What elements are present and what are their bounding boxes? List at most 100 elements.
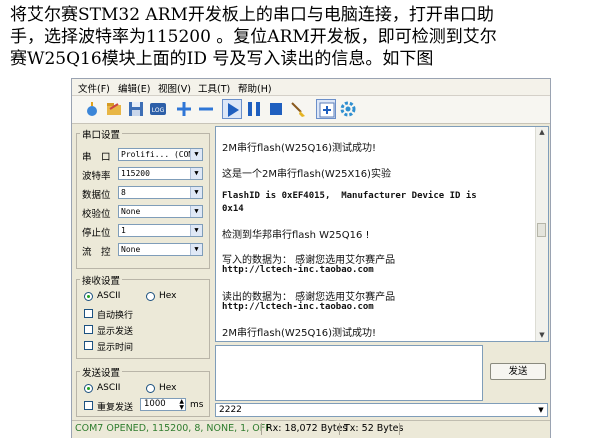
port-value: Prolifi... (COM7 (121, 150, 199, 159)
databits-value: 8 (121, 188, 126, 197)
baud-label: 波特率 (82, 171, 111, 182)
send-history-select[interactable]: 2222 ▼ (215, 403, 548, 417)
receive-area[interactable]: 2M串行flash(W25Q16)测试成功! 这是一个2M串行flash(W25… (215, 126, 549, 342)
receive-hex-radio[interactable] (146, 292, 155, 301)
repeat-interval-input[interactable]: 1000 ▲ ▼ (140, 398, 186, 411)
chevron-down-icon: ▼ (190, 225, 202, 236)
repeat-send-checkbox[interactable] (84, 401, 93, 410)
send-input[interactable] (215, 345, 483, 401)
caption-line-1: 将艾尔赛STM32 ARM开发板上的串口与电脑连接，打开串口助 (10, 5, 494, 25)
repeat-send-label: 重复发送 (97, 403, 134, 413)
menu-help[interactable]: 帮助(H) (238, 81, 272, 95)
receive-line: 这是一个2M串行flash(W25X16)实验 (222, 169, 391, 180)
parity-label: 校验位 (82, 209, 111, 220)
send-settings-title: 发送设置 (80, 365, 123, 379)
auto-wrap-checkbox[interactable] (84, 309, 93, 318)
svg-text:LOG: LOG (152, 107, 165, 114)
clear-brush-icon[interactable] (288, 99, 308, 119)
chevron-down-icon: ▼ (190, 206, 202, 217)
interval-unit-label: ms (190, 400, 204, 410)
parity-value: None (121, 207, 141, 216)
caption-line-2: 手，选择波特率为115200 。复位ARM开发板，即可检测到艾尔 (10, 27, 497, 47)
flow-value: None (121, 245, 141, 254)
send-history-value: 2222 (219, 405, 242, 415)
receive-settings-title: 接收设置 (80, 273, 123, 287)
port-status: COM7 OPENED, 115200, 8, NONE, 1, OFF (75, 423, 271, 434)
spinner-arrows-icon[interactable]: ▲ ▼ (179, 399, 184, 411)
port-label: 串 口 (82, 152, 111, 163)
databits-label: 数据位 (82, 190, 111, 201)
log-icon[interactable]: LOG (148, 99, 168, 119)
chevron-down-icon: ▼ (190, 149, 202, 160)
chevron-down-icon: ▼ (190, 187, 202, 198)
settings-panel: 串口设置 串 口 Prolifi... (COM7 ▼ 波特率 115200 ▼… (74, 125, 214, 419)
receive-ascii-label: ASCII (97, 291, 121, 301)
scroll-thumb[interactable] (537, 223, 546, 237)
receive-scrollbar[interactable]: ▲ ▼ (535, 127, 548, 341)
serial-settings-title: 串口设置 (80, 127, 123, 141)
menu-edit[interactable]: 编辑(E) (118, 81, 150, 95)
serial-assistant-window: 文件(F) 编辑(E) 视图(V) 工具(T) 帮助(H) LOG 串口设置 串… (71, 78, 551, 438)
port-select[interactable]: Prolifi... (COM7 ▼ (118, 148, 203, 161)
parity-select[interactable]: None ▼ (118, 205, 203, 218)
databits-select[interactable]: 8 ▼ (118, 186, 203, 199)
stopbits-value: 1 (121, 226, 126, 235)
save-icon[interactable] (126, 99, 146, 119)
status-divider (261, 423, 262, 435)
send-hex-radio[interactable] (146, 384, 155, 393)
play-icon[interactable] (222, 99, 242, 119)
receive-line: 检测到华邦串行flash W25Q16 ! (222, 230, 370, 241)
receive-line: 0x14 (222, 204, 244, 214)
send-ascii-label: ASCII (97, 383, 121, 393)
flow-label: 流 控 (82, 247, 111, 258)
receive-line: 2M串行flash(W25Q16)测试成功! (222, 328, 376, 339)
rx-count: Rx: 18,072 Bytes (266, 423, 348, 434)
menu-bar: 文件(F) 编辑(E) 视图(V) 工具(T) 帮助(H) (72, 79, 550, 96)
baud-value: 115200 (121, 169, 150, 178)
auto-wrap-label: 自动换行 (97, 311, 134, 321)
send-ascii-radio[interactable] (84, 384, 93, 393)
receive-line: http://lctech-inc.taobao.com (222, 265, 374, 275)
receive-ascii-radio[interactable] (84, 292, 93, 301)
pause-icon[interactable] (244, 99, 264, 119)
baud-select[interactable]: 115200 ▼ (118, 167, 203, 180)
flow-select[interactable]: None ▼ (118, 243, 203, 256)
settings-icon[interactable] (338, 99, 358, 119)
receive-line: 写入的数据为： 感谢您选用艾尔赛产品 (222, 255, 396, 266)
new-icon[interactable] (82, 99, 102, 119)
stop-icon[interactable] (266, 99, 286, 119)
receive-line: FlashID is 0xEF4015, Manufacturer Device… (222, 191, 477, 201)
menu-tools[interactable]: 工具(T) (198, 81, 230, 95)
minus-icon[interactable] (196, 99, 216, 119)
scroll-down-icon[interactable]: ▼ (536, 330, 548, 341)
stopbits-label: 停止位 (82, 228, 111, 239)
caption: 将艾尔赛STM32 ARM开发板上的串口与电脑连接，打开串口助 手，选择波特率为… (10, 4, 600, 70)
status-divider (399, 423, 400, 435)
receive-hex-label: Hex (159, 291, 177, 301)
send-hex-label: Hex (159, 383, 177, 393)
menu-view[interactable]: 视图(V) (158, 81, 191, 95)
show-time-checkbox[interactable] (84, 341, 93, 350)
repeat-interval-value: 1000 (144, 399, 166, 409)
status-bar: COM7 OPENED, 115200, 8, NONE, 1, OFF Rx:… (72, 420, 550, 438)
stopbits-select[interactable]: 1 ▼ (118, 224, 203, 237)
receive-line: 2M串行flash(W25Q16)测试成功! (222, 143, 376, 154)
scroll-up-icon[interactable]: ▲ (536, 127, 548, 138)
receive-line: http://lctech-inc.taobao.com (222, 302, 374, 312)
toolbar: LOG (72, 96, 550, 124)
plus-icon[interactable] (174, 99, 194, 119)
show-send-checkbox[interactable] (84, 325, 93, 334)
status-divider (339, 423, 340, 435)
menu-file[interactable]: 文件(F) (78, 81, 110, 95)
show-time-label: 显示时间 (97, 343, 134, 353)
send-button[interactable]: 发送 (490, 363, 546, 380)
show-send-label: 显示发送 (97, 327, 134, 337)
receive-line: 读出的数据为： 感谢您选用艾尔赛产品 (222, 292, 396, 303)
add-window-icon[interactable] (316, 99, 336, 119)
chevron-down-icon: ▼ (190, 168, 202, 179)
chevron-down-icon: ▼ (190, 244, 202, 255)
open-icon[interactable] (104, 99, 124, 119)
chevron-down-icon: ▼ (538, 406, 544, 414)
caption-line-3: 赛W25Q16模块上面的ID 号及写入读出的信息。如下图 (10, 49, 434, 69)
tx-count: Tx: 52 Bytes (344, 423, 404, 434)
